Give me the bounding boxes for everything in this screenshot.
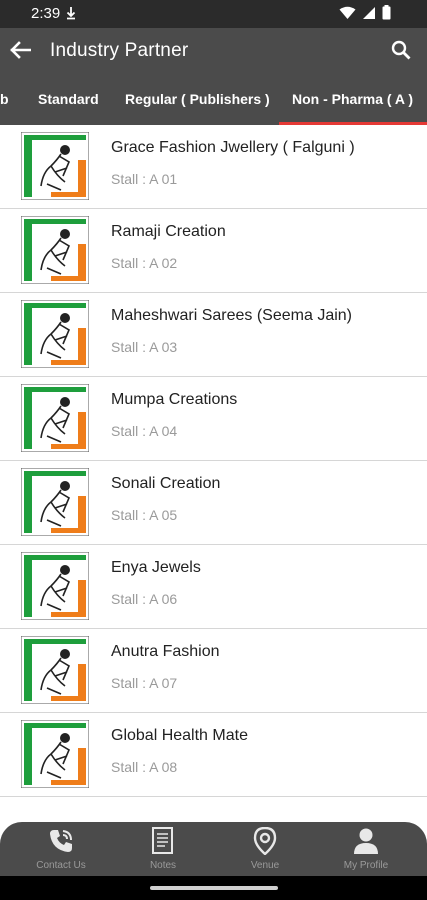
battery-icon — [382, 5, 391, 25]
system-navigation-bar — [0, 876, 427, 900]
partner-logo-icon — [21, 720, 89, 788]
partner-logo-icon — [21, 300, 89, 368]
partner-name: Ramaji Creation — [111, 223, 226, 240]
home-gesture-handle[interactable] — [150, 886, 278, 890]
nav-label: Venue — [250, 860, 280, 871]
partner-stall: Stall : A 07 — [111, 675, 178, 691]
partner-logo-icon — [21, 468, 89, 536]
partner-logo-icon — [21, 636, 89, 704]
partner-name: Grace Fashion Jwellery ( Falguni ) — [111, 139, 355, 156]
partner-stall: Stall : A 02 — [111, 255, 178, 271]
download-arrow-icon — [66, 6, 76, 25]
nav-label: Notes — [149, 860, 177, 871]
nav-venue[interactable]: Venue — [215, 822, 315, 876]
partner-logo-icon — [21, 132, 89, 200]
wifi-icon — [339, 6, 356, 25]
tab-standard[interactable]: Standard — [38, 72, 99, 125]
list-item[interactable]: Anutra Fashion Stall : A 07 — [0, 629, 427, 713]
list-item[interactable]: Grace Fashion Jwellery ( Falguni ) Stall… — [0, 125, 427, 209]
list-item[interactable]: Maheshwari Sarees (Seema Jain) Stall : A… — [0, 293, 427, 377]
status-bar: 2:39 — [0, 0, 427, 28]
list-item[interactable]: Ramaji Creation Stall : A 02 — [0, 209, 427, 293]
search-button[interactable] — [387, 36, 415, 64]
partner-stall: Stall : A 03 — [111, 339, 178, 355]
partner-name: Mumpa Creations — [111, 391, 238, 408]
partner-logo-icon — [21, 384, 89, 452]
status-icons — [339, 5, 391, 25]
partner-name: Enya Jewels — [111, 559, 201, 576]
nav-notes[interactable]: Notes — [113, 822, 213, 876]
status-time: 2:39 — [31, 5, 61, 22]
signal-icon — [362, 6, 376, 25]
notes-icon — [148, 826, 178, 856]
page-title: Industry Partner — [50, 40, 189, 61]
app-bar: Industry Partner — [0, 28, 427, 72]
tab-partial[interactable]: b — [0, 72, 9, 125]
partner-stall: Stall : A 08 — [111, 759, 178, 775]
partner-stall: Stall : A 06 — [111, 591, 178, 607]
partner-logo-icon — [21, 216, 89, 284]
partner-stall: Stall : A 01 — [111, 171, 178, 187]
back-arrow-icon — [10, 41, 31, 59]
partner-name: Sonali Creation — [111, 475, 221, 492]
list-item[interactable]: Sonali Creation Stall : A 05 — [0, 461, 427, 545]
back-button[interactable] — [6, 36, 34, 64]
list-item[interactable]: Mumpa Creations Stall : A 04 — [0, 377, 427, 461]
tab-non-pharma-a[interactable]: Non - Pharma ( A ) — [292, 72, 413, 125]
nav-label: My Profile — [343, 860, 389, 871]
list-item[interactable]: Global Health Mate Stall : A 08 — [0, 713, 427, 797]
partner-name: Maheshwari Sarees (Seema Jain) — [111, 307, 352, 324]
partner-logo-icon — [21, 552, 89, 620]
tab-regular-publishers[interactable]: Regular ( Publishers ) — [125, 72, 270, 125]
nav-contact-us[interactable]: Contact Us — [11, 822, 111, 876]
nav-label: Contact Us — [36, 860, 86, 871]
partner-stall: Stall : A 05 — [111, 507, 178, 523]
phone-icon — [46, 826, 76, 856]
partner-list: Grace Fashion Jwellery ( Falguni ) Stall… — [0, 125, 427, 797]
bottom-navigation: Contact Us Notes Venue My Profile — [0, 822, 427, 876]
partner-stall: Stall : A 04 — [111, 423, 178, 439]
category-tabs: b Standard Regular ( Publishers ) Non - … — [0, 72, 427, 125]
partner-name: Global Health Mate — [111, 727, 248, 744]
location-pin-icon — [250, 826, 280, 856]
profile-icon — [351, 826, 381, 856]
search-icon — [391, 40, 411, 60]
nav-my-profile[interactable]: My Profile — [316, 822, 416, 876]
partner-name: Anutra Fashion — [111, 643, 220, 660]
list-item[interactable]: Enya Jewels Stall : A 06 — [0, 545, 427, 629]
